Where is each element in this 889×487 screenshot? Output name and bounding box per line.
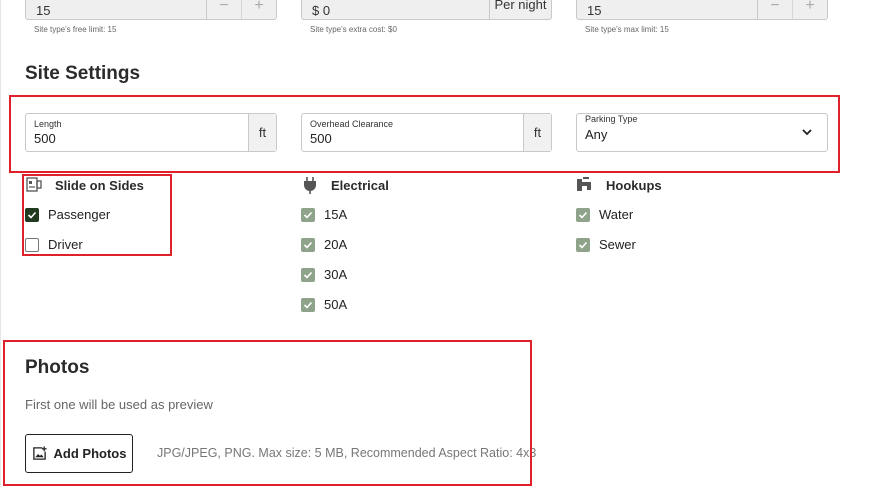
checkbox-box[interactable] bbox=[25, 207, 39, 222]
max-limit-value: 15 bbox=[587, 3, 602, 18]
extra-cost-hint: Site type's extra cost: $0 bbox=[310, 25, 397, 34]
checkbox-box[interactable] bbox=[25, 237, 39, 252]
check-icon bbox=[578, 241, 588, 249]
checkbox-box[interactable] bbox=[576, 207, 590, 222]
length-value: 500 bbox=[34, 131, 56, 146]
checkbox-label: 20A bbox=[324, 237, 348, 252]
checkbox-30a[interactable]: 30A bbox=[301, 267, 347, 282]
max-limit-hint: Site type's max limit: 15 bbox=[585, 25, 669, 34]
checkbox-label: Passenger bbox=[48, 207, 111, 222]
plug-icon bbox=[304, 177, 316, 194]
length-label: Length bbox=[34, 119, 62, 129]
photo-requirements-note: JPG/JPEG, PNG. Max size: 5 MB, Recommend… bbox=[157, 446, 537, 460]
clearance-label: Overhead Clearance bbox=[310, 119, 394, 129]
electrical-heading: Electrical bbox=[301, 176, 389, 194]
checkbox-label: Water bbox=[599, 207, 634, 222]
checkbox-driver[interactable]: Driver bbox=[25, 237, 83, 252]
check-icon bbox=[578, 211, 588, 219]
checkbox-label: 50A bbox=[324, 297, 348, 312]
photos-subtitle: First one will be used as preview bbox=[25, 397, 213, 412]
checkbox-label: 30A bbox=[324, 267, 348, 282]
checkbox-label: Sewer bbox=[599, 237, 636, 252]
extra-cost-field[interactable]: $ 0 Per night bbox=[301, 0, 552, 20]
checkbox-50a[interactable]: 50A bbox=[301, 297, 347, 312]
chevron-down-icon bbox=[802, 129, 812, 136]
per-night-suffix: Per night bbox=[489, 0, 551, 19]
check-icon bbox=[27, 211, 37, 219]
extra-cost-value: $ 0 bbox=[312, 3, 331, 18]
increment-button[interactable]: + bbox=[241, 0, 276, 19]
max-limit-stepper: − + bbox=[757, 0, 827, 19]
slide-on-sides-heading: Slide on Sides bbox=[25, 176, 144, 194]
checkbox-label: Driver bbox=[48, 237, 83, 252]
slide-out-icon bbox=[26, 177, 42, 192]
add-photos-button[interactable]: Add Photos bbox=[25, 434, 133, 473]
length-field[interactable]: Length 500 ft bbox=[25, 113, 277, 152]
checkbox-15a[interactable]: 15A bbox=[301, 207, 347, 222]
parking-type-value: Any bbox=[585, 127, 608, 142]
checkbox-box[interactable] bbox=[576, 237, 590, 252]
clearance-field[interactable]: Overhead Clearance 500 ft bbox=[301, 113, 552, 152]
decrement-button[interactable]: − bbox=[758, 0, 792, 19]
slide-on-sides-title: Slide on Sides bbox=[55, 177, 144, 193]
add-image-icon bbox=[32, 446, 47, 460]
length-unit: ft bbox=[248, 114, 276, 151]
parking-type-select[interactable]: Parking Type Any bbox=[576, 113, 828, 152]
check-icon bbox=[303, 271, 313, 279]
faucet-icon bbox=[577, 177, 591, 191]
clearance-value: 500 bbox=[310, 131, 332, 146]
increment-button[interactable]: + bbox=[792, 0, 827, 19]
free-limit-field[interactable]: 15 − + bbox=[25, 0, 277, 20]
free-limit-stepper: − + bbox=[206, 0, 276, 19]
checkbox-label: 15A bbox=[324, 207, 348, 222]
checkbox-passenger[interactable]: Passenger bbox=[25, 207, 110, 222]
add-photos-label: Add Photos bbox=[53, 446, 127, 461]
parking-type-label: Parking Type bbox=[585, 114, 638, 124]
checkbox-box[interactable] bbox=[301, 267, 315, 282]
left-divider bbox=[0, 0, 1, 487]
electrical-title: Electrical bbox=[331, 177, 389, 193]
clearance-unit: ft bbox=[523, 114, 551, 151]
free-limit-value: 15 bbox=[36, 3, 51, 18]
check-icon bbox=[303, 211, 313, 219]
checkbox-20a[interactable]: 20A bbox=[301, 237, 347, 252]
site-settings-title: Site Settings bbox=[25, 63, 141, 84]
max-limit-field[interactable]: 15 − + bbox=[576, 0, 828, 20]
check-icon bbox=[303, 241, 313, 249]
checkbox-water[interactable]: Water bbox=[576, 207, 633, 222]
hookups-heading: Hookups bbox=[576, 176, 662, 194]
hookups-title: Hookups bbox=[606, 177, 662, 193]
checkbox-box[interactable] bbox=[301, 237, 315, 252]
checkbox-sewer[interactable]: Sewer bbox=[576, 237, 636, 252]
decrement-button[interactable]: − bbox=[207, 0, 241, 19]
photos-title: Photos bbox=[25, 357, 90, 378]
checkbox-box[interactable] bbox=[301, 207, 315, 222]
check-icon bbox=[303, 301, 313, 309]
free-limit-hint: Site type's free limit: 15 bbox=[34, 25, 117, 34]
checkbox-box[interactable] bbox=[301, 297, 315, 312]
